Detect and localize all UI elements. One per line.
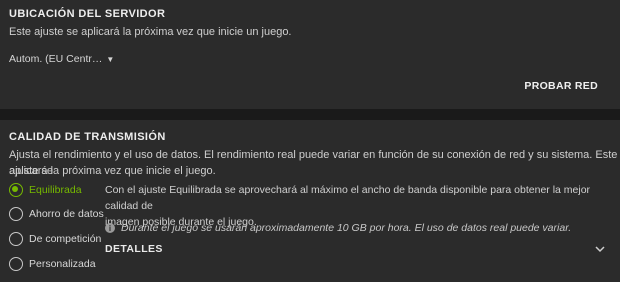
- test-network-button[interactable]: PROBAR RED: [524, 80, 598, 92]
- data-usage-text: Durante el juego se usarán aproximadamen…: [121, 222, 572, 234]
- option-data-saver[interactable]: Ahorro de datos: [9, 207, 104, 221]
- server-location-value: Autom. (EU Centr…: [9, 53, 103, 65]
- radio-unselected-icon[interactable]: [9, 207, 23, 221]
- details-toggle[interactable]: DETALLES: [105, 243, 163, 255]
- radio-selected-icon[interactable]: [9, 183, 23, 197]
- streaming-quality-title: CALIDAD DE TRANSMISIÓN: [9, 131, 166, 143]
- option-custom[interactable]: Personalizada: [9, 257, 96, 271]
- option-explanation-line1: Con el ajuste Equilibrada se aprovechará…: [105, 184, 591, 212]
- server-location-dropdown[interactable]: Autom. (EU Centr… ▼: [9, 52, 114, 66]
- streaming-quality-description-line2: aplicará la próxima vez que inicie el ju…: [9, 165, 216, 177]
- info-icon: i: [105, 223, 115, 233]
- server-location-panel: UBICACIÓN DEL SERVIDOR Este ajuste se ap…: [0, 0, 620, 109]
- caret-down-icon: ▼: [106, 54, 115, 64]
- radio-unselected-icon[interactable]: [9, 257, 23, 271]
- data-usage-info: i Durante el juego se usarán aproximadam…: [105, 222, 571, 234]
- server-location-description: Este ajuste se aplicará la próxima vez q…: [9, 26, 292, 38]
- option-balanced-label: Equilibrada: [29, 184, 82, 196]
- server-location-title: UBICACIÓN DEL SERVIDOR: [9, 8, 166, 20]
- chevron-down-icon[interactable]: [594, 243, 606, 255]
- option-competitive-label: De competición: [29, 233, 102, 245]
- option-data-saver-label: Ahorro de datos: [29, 208, 104, 220]
- option-custom-label: Personalizada: [29, 258, 96, 270]
- option-balanced[interactable]: Equilibrada: [9, 183, 82, 197]
- option-competitive[interactable]: De competición: [9, 232, 101, 246]
- radio-unselected-icon[interactable]: [9, 232, 23, 246]
